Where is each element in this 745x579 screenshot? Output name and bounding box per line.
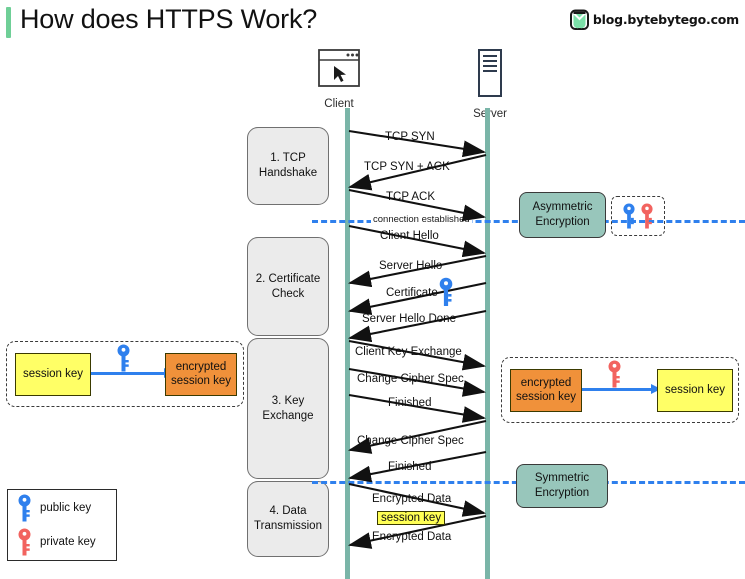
message-label-change-cipher-spec-server: Change Cipher Spec — [357, 435, 464, 447]
tag-symmetric-encryption: Symmetric Encryption — [516, 464, 608, 508]
phase-box-tcp-handshake: 1. TCP Handshake — [247, 127, 329, 205]
encryption-flow-arrow — [91, 368, 174, 378]
public-key-icon — [623, 203, 635, 229]
lifeline-server — [485, 108, 490, 579]
message-label-tcp-ack: TCP ACK — [386, 191, 435, 203]
message-label-finished-server: Finished — [388, 461, 432, 473]
message-label-session-key: session key — [377, 511, 446, 525]
decryption-flow-arrow — [582, 384, 661, 394]
private-key-icon — [18, 528, 31, 556]
session-key-box: session key — [657, 369, 733, 412]
diagram-canvas: How does HTTPS Work? blog.bytebytego.com… — [0, 0, 745, 579]
phase-2-line2: Check — [271, 287, 305, 300]
legend: public key private key — [7, 489, 117, 561]
phase-3-line1: 3. Key — [271, 394, 305, 407]
brand: blog.bytebytego.com — [569, 9, 739, 30]
private-key-icon — [608, 360, 621, 388]
phase-box-key-exchange: 3. Key Exchange — [247, 338, 329, 479]
actor-server-label: Server — [473, 108, 507, 120]
message-label-finished-client: Finished — [388, 397, 432, 409]
phase-3-line2: Exchange — [262, 409, 314, 422]
legend-label-public-key: public key — [40, 502, 92, 514]
brand-text: blog.bytebytego.com — [592, 12, 739, 27]
public-key-icon — [439, 277, 453, 306]
private-key-icon — [641, 203, 653, 229]
message-label-server-hello: Server Hello — [379, 260, 443, 272]
title-accent-bar — [6, 7, 11, 38]
phase-2-line1: 2. Certificate — [255, 272, 321, 285]
phase-1-line1: 1. TCP — [270, 152, 306, 165]
phase-4-line2: Transmission — [254, 520, 322, 532]
encrypted-session-key-line2: session key — [515, 390, 577, 403]
message-label-client-hello: Client Hello — [380, 230, 439, 242]
lifeline-client — [345, 108, 350, 579]
actor-client: Client — [303, 48, 375, 110]
message-label-server-hello-done: Server Hello Done — [362, 313, 456, 325]
message-label-certificate: Certificate — [386, 287, 438, 299]
legend-item-private-key: private key — [17, 528, 116, 556]
legend-label-private-key: private key — [40, 536, 96, 548]
browser-window-icon — [318, 49, 360, 87]
phase-box-certificate-check: 2. Certificate Check — [247, 237, 329, 336]
phase-box-data-transmission: 4. Data Transmission — [247, 481, 329, 557]
actor-server: Server — [455, 48, 525, 120]
phase-4-line1: 4. Data — [269, 505, 307, 518]
tag-symmetric-line2: Encryption — [534, 487, 590, 499]
encrypted-session-key-box: encrypted session key — [165, 353, 237, 396]
tag-asymmetric-line1: Asymmetric — [532, 201, 593, 214]
bytebytego-logo-icon — [569, 9, 589, 30]
encrypted-session-key-box: encrypted session key — [510, 369, 582, 412]
public-key-icon — [18, 494, 31, 522]
encrypted-session-key-line2: session key — [170, 374, 232, 387]
message-label-tcp-syn-ack: TCP SYN + ACK — [364, 161, 450, 173]
server-side-decryption-panel: encrypted session key session key — [501, 357, 739, 423]
message-label-change-cipher-spec-client: Change Cipher Spec — [357, 373, 464, 385]
page-title: How does HTTPS Work? — [20, 4, 318, 34]
message-label-client-key-exchange: Client Key Exchange — [355, 346, 462, 358]
divider-connection-label: connection established — [371, 214, 472, 225]
public-key-icon — [117, 344, 130, 372]
encrypted-session-key-line1: encrypted — [520, 376, 572, 389]
actor-client-label: Client — [324, 98, 354, 110]
message-label-tcp-syn: TCP SYN — [385, 131, 435, 143]
encrypted-session-key-line1: encrypted — [175, 360, 227, 373]
tag-asymmetric-encryption: Asymmetric Encryption — [519, 192, 606, 238]
phase-1-line2: Handshake — [258, 167, 318, 179]
server-rack-icon — [478, 49, 502, 97]
message-label-encrypted-data-out: Encrypted Data — [372, 493, 452, 505]
keypair-illustration — [611, 196, 665, 236]
legend-item-public-key: public key — [17, 494, 116, 522]
session-key-box: session key — [15, 353, 91, 396]
tag-symmetric-line1: Symmetric — [534, 472, 590, 485]
client-side-encryption-panel: session key encrypted session key — [6, 341, 244, 407]
message-label-encrypted-data-in: Encrypted Data — [372, 531, 452, 543]
tag-asymmetric-line2: Encryption — [535, 216, 590, 228]
